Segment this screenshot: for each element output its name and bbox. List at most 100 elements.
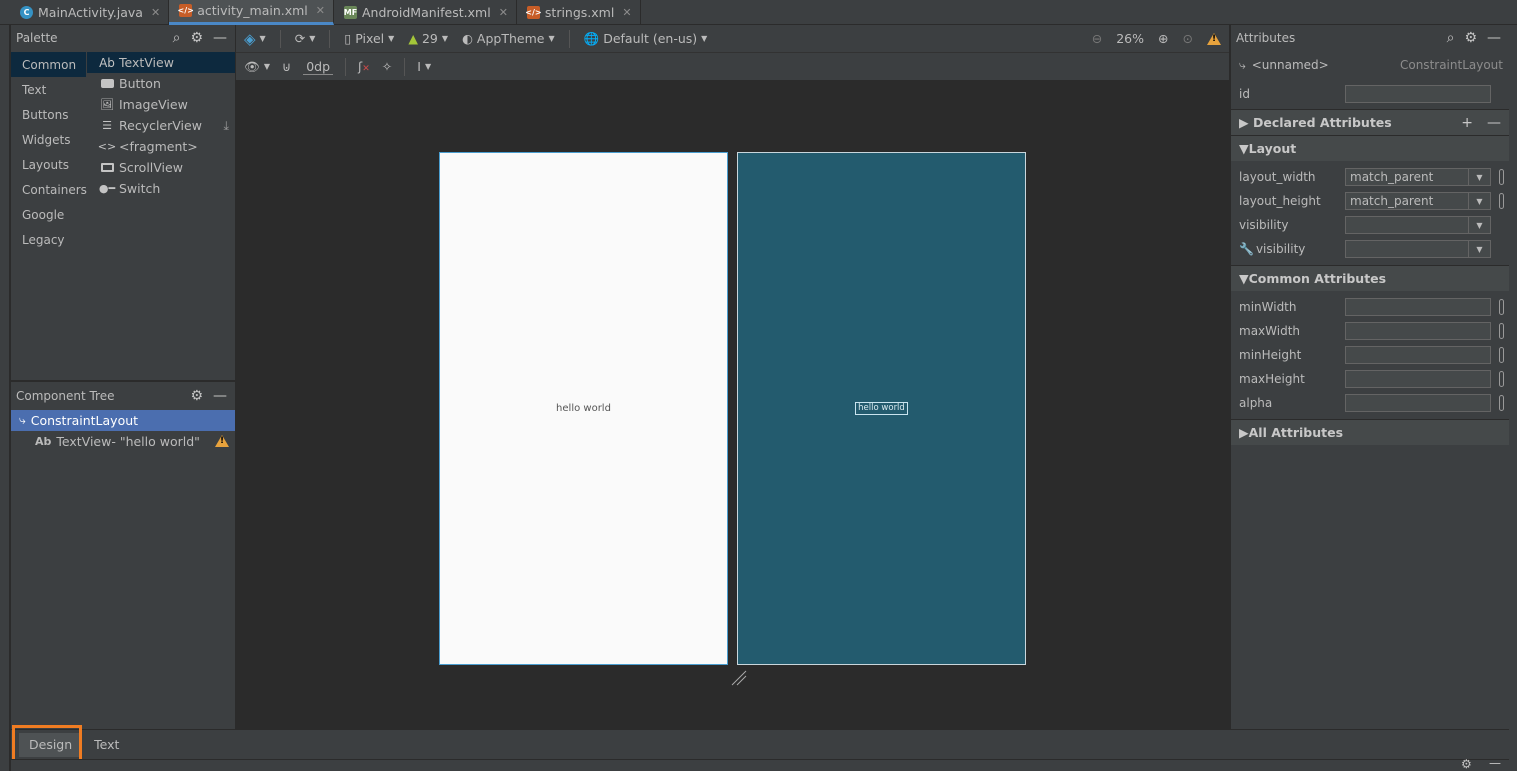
layout-width-select[interactable]: match_parent ▼ (1345, 168, 1491, 186)
tab-activity-main-xml[interactable]: </> activity_main.xml ✕ (169, 0, 334, 25)
guidelines-button[interactable]: I ▼ (417, 59, 431, 74)
minwidth-field[interactable] (1345, 298, 1491, 316)
warning-icon[interactable] (1207, 32, 1221, 45)
all-attributes-section[interactable]: ▶ All Attributes (1231, 419, 1509, 445)
warning-icon[interactable] (215, 435, 229, 447)
zoom-fit-button[interactable]: ⊙ (1183, 31, 1193, 46)
search-icon[interactable]: ⌕ (173, 30, 181, 46)
common-attributes-section[interactable]: ▼ Common Attributes (1231, 265, 1509, 291)
alpha-field[interactable] (1345, 394, 1491, 412)
resource-picker-icon[interactable] (1499, 371, 1504, 387)
close-icon[interactable]: ✕ (622, 6, 631, 19)
locale-label: Default (en-us) (603, 31, 698, 46)
component-tree-title: Component Tree (16, 389, 115, 403)
design-surface-button[interactable]: ◈ ▼ (244, 30, 266, 48)
resource-picker-icon[interactable] (1499, 169, 1504, 185)
category-widgets[interactable]: Widgets (11, 127, 86, 152)
design-canvas[interactable]: hello world hello world (236, 82, 1229, 729)
resource-picker-icon[interactable] (1499, 299, 1504, 315)
autoconnect-button[interactable]: ⊍ (282, 59, 291, 74)
palette-item-button[interactable]: Button (87, 73, 235, 94)
tab-android-manifest[interactable]: MF AndroidManifest.xml ✕ (334, 0, 517, 25)
theme-select[interactable]: ◐ AppTheme ▼ (462, 31, 555, 46)
minheight-field[interactable] (1345, 346, 1491, 364)
tree-item-constraintlayout[interactable]: ⤷ ConstraintLayout (11, 410, 235, 431)
default-margin-button[interactable]: 0dp (303, 59, 334, 75)
api-level-select[interactable]: ▲ 29 ▼ (408, 31, 448, 46)
manifest-icon: MF (343, 5, 358, 19)
zoom-out-button[interactable]: ⊖ (1092, 31, 1102, 46)
gear-icon[interactable]: ⚙ (190, 388, 203, 404)
add-icon[interactable]: + (1461, 115, 1473, 131)
declared-attributes-section[interactable]: ▶ Declared Attributes + — (1231, 109, 1509, 135)
hello-world-text[interactable]: hello world (556, 403, 611, 414)
palette-item-scrollview[interactable]: ScrollView (87, 157, 235, 178)
id-field[interactable] (1345, 85, 1491, 103)
clear-constraints-icon: ʃ✕ (358, 59, 370, 74)
textview-icon: Ab (35, 435, 52, 448)
tab-strings-xml[interactable]: </> strings.xml ✕ (517, 0, 641, 25)
view-options-button[interactable]: 👁 ▼ (244, 59, 270, 75)
clear-constraints-button[interactable]: ʃ✕ (358, 59, 370, 74)
category-legacy[interactable]: Legacy (11, 227, 86, 252)
minimize-icon[interactable]: — (1487, 30, 1501, 46)
component-header: ⤷ <unnamed> ConstraintLayout (1231, 51, 1509, 79)
resource-picker-icon[interactable] (1499, 193, 1504, 209)
palette-title: Palette (16, 31, 58, 45)
category-layouts[interactable]: Layouts (11, 152, 86, 177)
minimize-icon[interactable]: — (1489, 756, 1501, 770)
resource-picker-icon[interactable] (1499, 323, 1504, 339)
palette-item-textview[interactable]: Ab TextView (87, 52, 235, 73)
chevron-down-icon[interactable]: ▼ (1468, 193, 1490, 209)
zoom-in-button[interactable]: ⊕ (1158, 31, 1168, 46)
category-buttons[interactable]: Buttons (11, 102, 86, 127)
minimize-icon[interactable]: — (213, 388, 227, 404)
category-text[interactable]: Text (11, 77, 86, 102)
gear-icon[interactable]: ⚙ (190, 30, 203, 46)
category-containers[interactable]: Containers (11, 177, 87, 202)
tools-visibility-select[interactable]: ▼ (1345, 240, 1491, 258)
download-icon[interactable]: ⤓ (223, 118, 229, 134)
palette-item-imageview[interactable]: 🖼 ImageView (87, 94, 235, 115)
hello-world-blueprint[interactable]: hello world (855, 402, 908, 415)
resource-picker-icon[interactable] (1499, 395, 1504, 411)
zoom-level: 26% (1116, 31, 1145, 46)
gear-icon[interactable]: ⚙ (1461, 757, 1472, 771)
resize-handle-icon[interactable] (731, 670, 747, 686)
layout-section[interactable]: ▼ Layout (1231, 135, 1509, 161)
tree-item-textview[interactable]: Ab TextView- "hello world" (11, 431, 235, 452)
attr-label: minHeight (1239, 348, 1302, 362)
tab-label: AndroidManifest.xml (361, 4, 491, 20)
device-select[interactable]: ▯ Pixel ▼ (344, 31, 394, 46)
palette-item-fragment[interactable]: <> <fragment> (87, 136, 235, 157)
locale-select[interactable]: 🌐 Default (en-us) ▼ (584, 31, 708, 47)
category-google[interactable]: Google (11, 202, 86, 227)
remove-icon[interactable]: — (1487, 115, 1501, 131)
maxwidth-field[interactable] (1345, 322, 1491, 340)
chevron-down-icon[interactable]: ▼ (1468, 169, 1490, 185)
blueprint-view[interactable]: hello world (737, 152, 1026, 665)
chevron-down-icon[interactable]: ▼ (1468, 241, 1490, 257)
close-icon[interactable]: ✕ (499, 6, 508, 19)
maxheight-field[interactable] (1345, 370, 1491, 388)
layout-height-select[interactable]: match_parent ▼ (1345, 192, 1491, 210)
palette-item-recyclerview[interactable]: ☰ RecyclerView ⤓ (87, 115, 235, 136)
orientation-button[interactable]: ⟳ ▼ (295, 31, 316, 46)
close-icon[interactable]: ✕ (316, 4, 325, 17)
minimize-icon[interactable]: — (213, 30, 227, 46)
palette-header: Palette ⌕ ⚙ — (11, 25, 235, 51)
visibility-select[interactable]: ▼ (1345, 216, 1491, 234)
close-icon[interactable]: ✕ (151, 6, 160, 19)
infer-constraints-button[interactable]: ✧ (382, 59, 392, 74)
design-view[interactable]: hello world (439, 152, 728, 665)
chevron-down-icon[interactable]: ▼ (1468, 217, 1490, 233)
button-icon (99, 79, 115, 88)
tab-mainactivity-java[interactable]: C MainActivity.java ✕ (10, 0, 170, 25)
gear-icon[interactable]: ⚙ (1464, 30, 1477, 46)
resource-picker-icon[interactable] (1499, 347, 1504, 363)
palette-item-switch[interactable]: ●━ Switch (87, 178, 235, 199)
search-icon[interactable]: ⌕ (1447, 30, 1455, 46)
tab-text[interactable]: Text (84, 733, 129, 757)
category-common[interactable]: Common (11, 52, 86, 77)
scroll-icon (99, 163, 115, 172)
